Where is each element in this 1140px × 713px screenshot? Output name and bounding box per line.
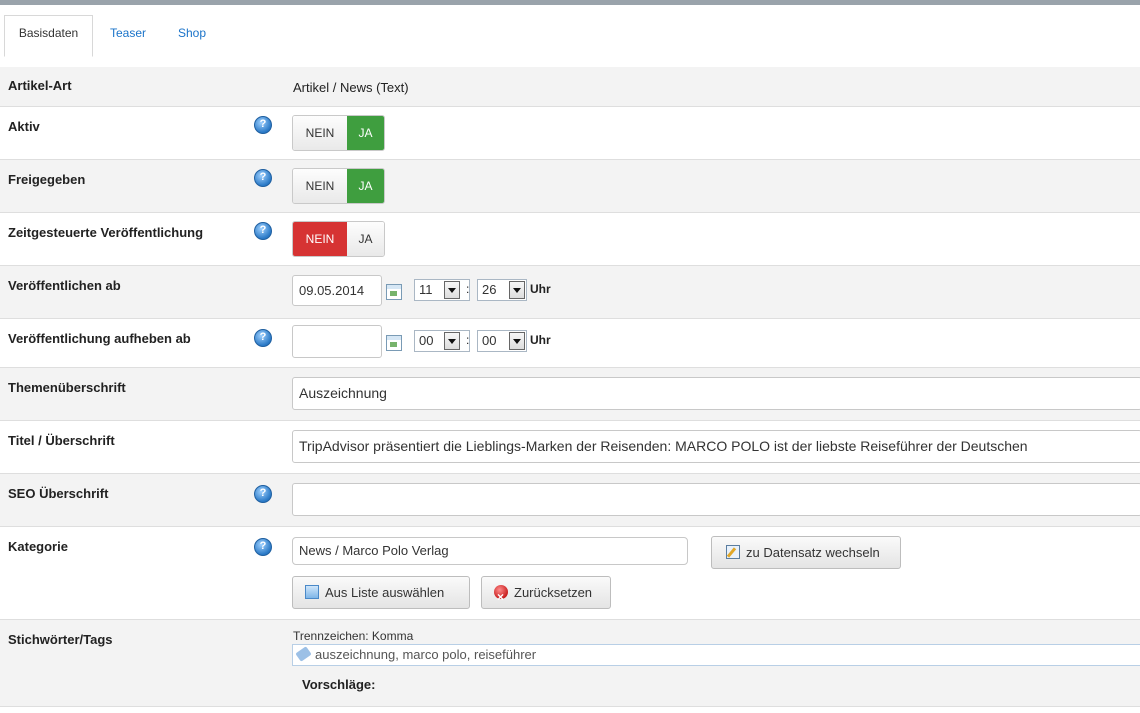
row-aktiv: Aktiv ? NEIN JA <box>0 107 1140 160</box>
help-icon[interactable]: ? <box>254 169 272 187</box>
tag-separator-hint: Trennzeichen: Komma <box>293 629 414 643</box>
row-aufheben-ab: Veröffentlichung aufheben ab ? 00 : 00 U… <box>0 319 1140 368</box>
unpublish-time-unit: Uhr <box>530 333 551 347</box>
row-veroeffentlichen-ab: Veröffentlichen ab 09.05.2014 11 : 26 Uh… <box>0 266 1140 319</box>
row-freigegeben: Freigegeben ? NEIN JA <box>0 160 1140 213</box>
aktiv-nein-option[interactable]: NEIN <box>293 116 347 150</box>
edit-icon <box>726 545 740 559</box>
publish-time-unit: Uhr <box>530 282 551 296</box>
suggestions-label: Vorschläge: <box>302 677 376 692</box>
row-zeitgesteuert: Zeitgesteuerte Veröffentlichung ? NEIN J… <box>0 213 1140 266</box>
label-veroeffentlichen-ab: Veröffentlichen ab <box>8 278 121 293</box>
help-icon[interactable]: ? <box>254 329 272 347</box>
freigegeben-nein-option[interactable]: NEIN <box>293 169 347 203</box>
label-freigegeben: Freigegeben <box>8 172 86 187</box>
unpublish-hour-select[interactable]: 00 <box>414 330 470 352</box>
freigegeben-toggle[interactable]: NEIN JA <box>292 168 385 204</box>
help-icon[interactable]: ? <box>254 538 272 556</box>
reset-label: Zurücksetzen <box>514 585 593 600</box>
label-seo: SEO Überschrift <box>8 486 109 501</box>
zeitgesteuert-nein-option[interactable]: NEIN <box>293 222 347 256</box>
tab-teaser[interactable]: Teaser <box>101 16 155 50</box>
publish-hour-value: 11 <box>419 282 433 297</box>
calendar-icon[interactable] <box>386 284 402 300</box>
kategorie-input[interactable]: News / Marco Polo Verlag <box>292 537 688 565</box>
artikel-art-value: Artikel / News (Text) <box>293 80 409 95</box>
row-seo: SEO Überschrift ? <box>0 474 1140 527</box>
publish-date-input[interactable]: 09.05.2014 <box>292 275 382 306</box>
label-themen: Themenüberschrift <box>8 380 126 395</box>
reset-button[interactable]: Zurücksetzen <box>481 576 611 613</box>
unpublish-date-input[interactable] <box>292 325 382 358</box>
switch-record-button[interactable]: zu Datensatz wechseln <box>711 536 901 569</box>
unpublish-hour-value: 00 <box>419 333 434 348</box>
titel-input[interactable]: TripAdvisor präsentiert die Lieblings-Ma… <box>292 430 1140 463</box>
label-tags: Stichwörter/Tags <box>8 632 113 647</box>
help-icon[interactable]: ? <box>254 222 272 240</box>
unpublish-minute-value: 00 <box>482 333 497 348</box>
chevron-down-icon[interactable] <box>444 332 460 350</box>
freigegeben-ja-option[interactable]: JA <box>347 169 384 203</box>
switch-record-label: zu Datensatz wechseln <box>746 545 880 560</box>
label-zeitgesteuert: Zeitgesteuerte Veröffentlichung <box>8 225 204 240</box>
label-aktiv: Aktiv <box>8 119 40 134</box>
select-from-list-button[interactable]: Aus Liste auswählen <box>292 576 470 609</box>
help-icon[interactable]: ? <box>254 485 272 503</box>
publish-minute-value: 26 <box>482 282 497 297</box>
aktiv-ja-option[interactable]: JA <box>347 116 384 150</box>
themen-input[interactable]: Auszeichnung <box>292 377 1140 410</box>
label-titel: Titel / Überschrift <box>8 433 115 448</box>
row-themen: Themenüberschrift Auszeichnung <box>0 368 1140 421</box>
tab-basisdaten[interactable]: Basisdaten <box>4 15 93 57</box>
chevron-down-icon[interactable] <box>509 281 525 299</box>
tab-shop[interactable]: Shop <box>165 16 219 50</box>
chevron-down-icon[interactable] <box>509 332 525 350</box>
help-icon[interactable]: ? <box>254 116 272 134</box>
tags-value: auszeichnung, marco polo, reiseführer <box>315 647 537 662</box>
label-artikel-art: Artikel-Art <box>8 78 72 93</box>
chevron-down-icon[interactable] <box>444 281 460 299</box>
select-from-list-label: Aus Liste auswählen <box>325 585 445 600</box>
aktiv-toggle[interactable]: NEIN JA <box>292 115 385 151</box>
label-kategorie: Kategorie <box>8 539 68 554</box>
row-tags: Stichwörter/Tags Trennzeichen: Komma aus… <box>0 620 1140 707</box>
tag-icon <box>295 646 312 662</box>
calendar-icon[interactable] <box>386 335 402 351</box>
zeitgesteuert-toggle[interactable]: NEIN JA <box>292 221 385 257</box>
reset-icon <box>494 582 508 613</box>
tags-input[interactable]: auszeichnung, marco polo, reiseführer <box>292 644 1140 666</box>
zeitgesteuert-ja-option[interactable]: JA <box>347 222 384 256</box>
seo-input[interactable] <box>292 483 1140 516</box>
row-kategorie: Kategorie ? News / Marco Polo Verlag zu … <box>0 527 1140 620</box>
list-icon <box>305 585 319 599</box>
time-separator: : <box>466 282 470 296</box>
row-artikel-art: Artikel-Art Artikel / News (Text) <box>0 67 1140 107</box>
publish-hour-select[interactable]: 11 <box>414 279 470 301</box>
row-titel: Titel / Überschrift TripAdvisor präsenti… <box>0 421 1140 474</box>
time-separator: : <box>466 333 470 347</box>
tab-bar: Basisdaten Teaser Shop <box>0 5 1140 68</box>
label-aufheben-ab: Veröffentlichung aufheben ab <box>8 331 191 346</box>
